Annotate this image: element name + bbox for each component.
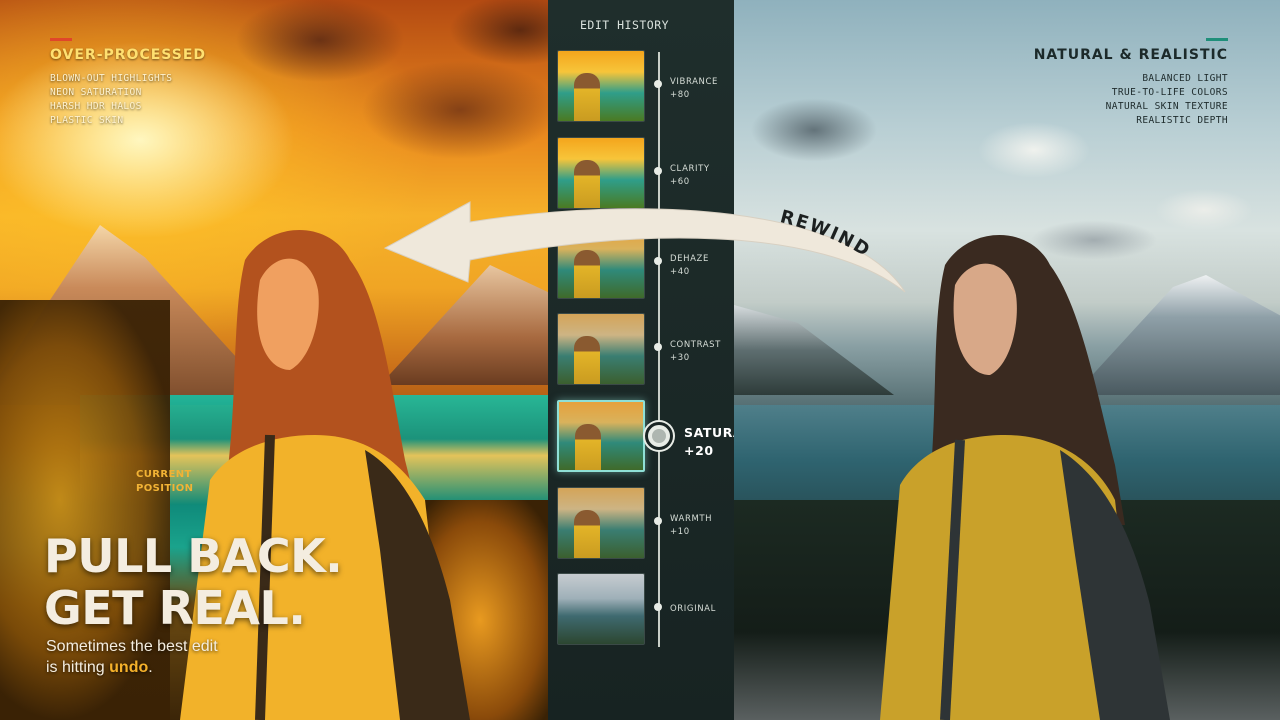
tagline: Sometimes the best edit is hitting undo. [46,636,218,678]
timeline-dot [654,517,662,525]
tagline-line-1: Sometimes the best edit [46,638,218,655]
timeline-current-marker[interactable] [645,422,673,450]
timeline-dot [654,80,662,88]
step-thumbnail [557,400,645,472]
timeline-dot [654,343,662,351]
history-step-clarity[interactable]: CLARITY +60 [557,137,732,213]
history-step-original[interactable]: ORIGINAL [557,573,732,649]
history-step-vibrance[interactable]: VIBRANCE +80 [557,50,732,126]
headline: PULL BACK. GET REAL. [44,529,343,635]
woman-hiker-right [880,235,1170,720]
sky-clouds [200,0,548,230]
tagline-suffix: . [148,659,153,676]
step-value: +30 [670,353,690,363]
issue-item: PLASTIC SKIN [50,115,124,126]
timeline-dot [654,603,662,611]
step-label: ORIGINAL [670,603,716,616]
tagline-line-2: is hitting undo. [46,657,218,678]
label-accent-bar [50,38,72,41]
step-name: VIBRANCE [670,77,718,87]
history-step-warmth[interactable]: WARMTH +10 [557,487,732,563]
tagline-highlight: undo [109,659,149,676]
quality-item: BALANCED LIGHT [1142,73,1228,84]
history-step-saturation[interactable]: SATURATION +20 [557,400,778,476]
current-position-label: CURRENT POSITION [136,468,193,496]
quality-item: NATURAL SKIN TEXTURE [1105,101,1228,112]
over-processed-label: OVER-PROCESSED BLOWN-OUT HIGHLIGHTS NEON… [50,38,206,128]
step-value: +80 [670,90,690,100]
step-name: WARMTH [670,514,713,524]
current-position-line-2: POSITION [136,483,194,494]
natural-list: BALANCED LIGHT TRUE-TO-LIFE COLORS NATUR… [1034,72,1228,128]
tagline-prefix: is hitting [46,659,110,676]
timeline-dot [654,257,662,265]
quality-item: TRUE-TO-LIFE COLORS [1111,87,1228,98]
step-thumbnail [557,487,645,559]
step-thumbnail [557,227,645,299]
step-thumbnail [557,137,645,209]
step-value: +40 [670,267,690,277]
step-label: CLARITY +60 [670,163,710,189]
headline-line-2: GET REAL. [44,581,306,635]
step-label: CONTRAST +30 [670,339,721,365]
step-thumbnail [557,573,645,645]
step-name: CLARITY [670,164,710,174]
edit-history-title: EDIT HISTORY [580,18,670,32]
over-processed-list: BLOWN-OUT HIGHLIGHTS NEON SATURATION HAR… [50,72,206,128]
current-position-line-1: CURRENT [136,469,192,480]
step-label: DEHAZE +40 [670,253,709,279]
step-name: CONTRAST [670,340,721,350]
label-accent-bar [1206,38,1228,41]
issue-item: NEON SATURATION [50,87,142,98]
history-step-contrast[interactable]: CONTRAST +30 [557,313,732,389]
step-name: DEHAZE [670,254,709,264]
issue-item: BLOWN-OUT HIGHLIGHTS [50,73,173,84]
natural-title: NATURAL & REALISTIC [1033,47,1228,63]
step-thumbnail [557,50,645,122]
over-processed-title: OVER-PROCESSED [50,47,207,63]
natural-label: NATURAL & REALISTIC BALANCED LIGHT TRUE-… [1034,38,1228,128]
step-value: +60 [670,177,690,187]
edit-history-panel: EDIT HISTORY VIBRANCE +80 CLARITY +60 DEHA… [548,0,778,720]
step-thumbnail [557,313,645,385]
quality-item: REALISTIC DEPTH [1136,115,1228,126]
headline-line-1: PULL BACK. [44,529,343,583]
timeline-dot [654,167,662,175]
step-name: ORIGINAL [670,604,716,614]
step-value: +10 [670,527,690,537]
history-step-dehaze[interactable]: DEHAZE +40 [557,227,732,303]
step-label: WARMTH +10 [670,513,712,539]
step-label: VIBRANCE +80 [670,76,718,102]
issue-item: HARSH HDR HALOS [50,101,142,112]
